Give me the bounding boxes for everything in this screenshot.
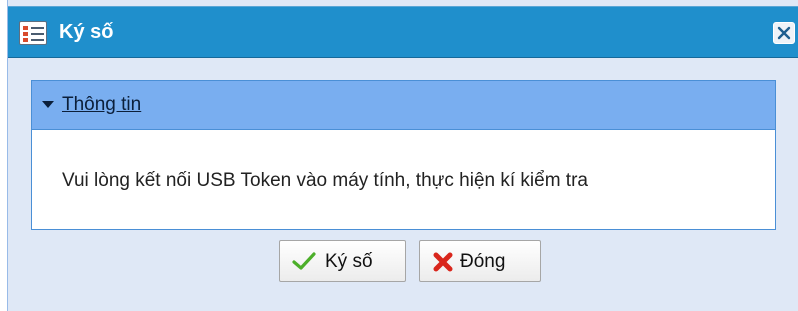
close-window-button[interactable] — [773, 22, 795, 44]
close-button-label: Đóng — [460, 251, 506, 272]
form-icon — [19, 21, 47, 45]
close-icon — [777, 26, 791, 40]
sign-dialog: Ký số Thông tin Vui lòng kết nối USB Tok… — [7, 0, 798, 311]
info-panel-title[interactable]: Thông tin — [62, 93, 141, 117]
info-panel-header[interactable]: Thông tin — [32, 81, 775, 130]
dialog-title: Ký số — [59, 21, 114, 43]
dialog-titlebar[interactable]: Ký số — [8, 6, 798, 58]
checkmark-icon — [292, 252, 316, 270]
usb-token-message: Vui lòng kết nối USB Token vào máy tính,… — [62, 170, 588, 191]
sign-button-label: Ký số — [325, 251, 373, 272]
info-panel: Thông tin Vui lòng kết nối USB Token vào… — [31, 80, 776, 230]
red-x-icon — [433, 252, 453, 272]
caret-down-icon — [42, 101, 54, 108]
close-button[interactable]: Đóng — [419, 240, 541, 282]
sign-button[interactable]: Ký số — [279, 240, 406, 282]
info-panel-body: Vui lòng kết nối USB Token vào máy tính,… — [32, 130, 775, 229]
